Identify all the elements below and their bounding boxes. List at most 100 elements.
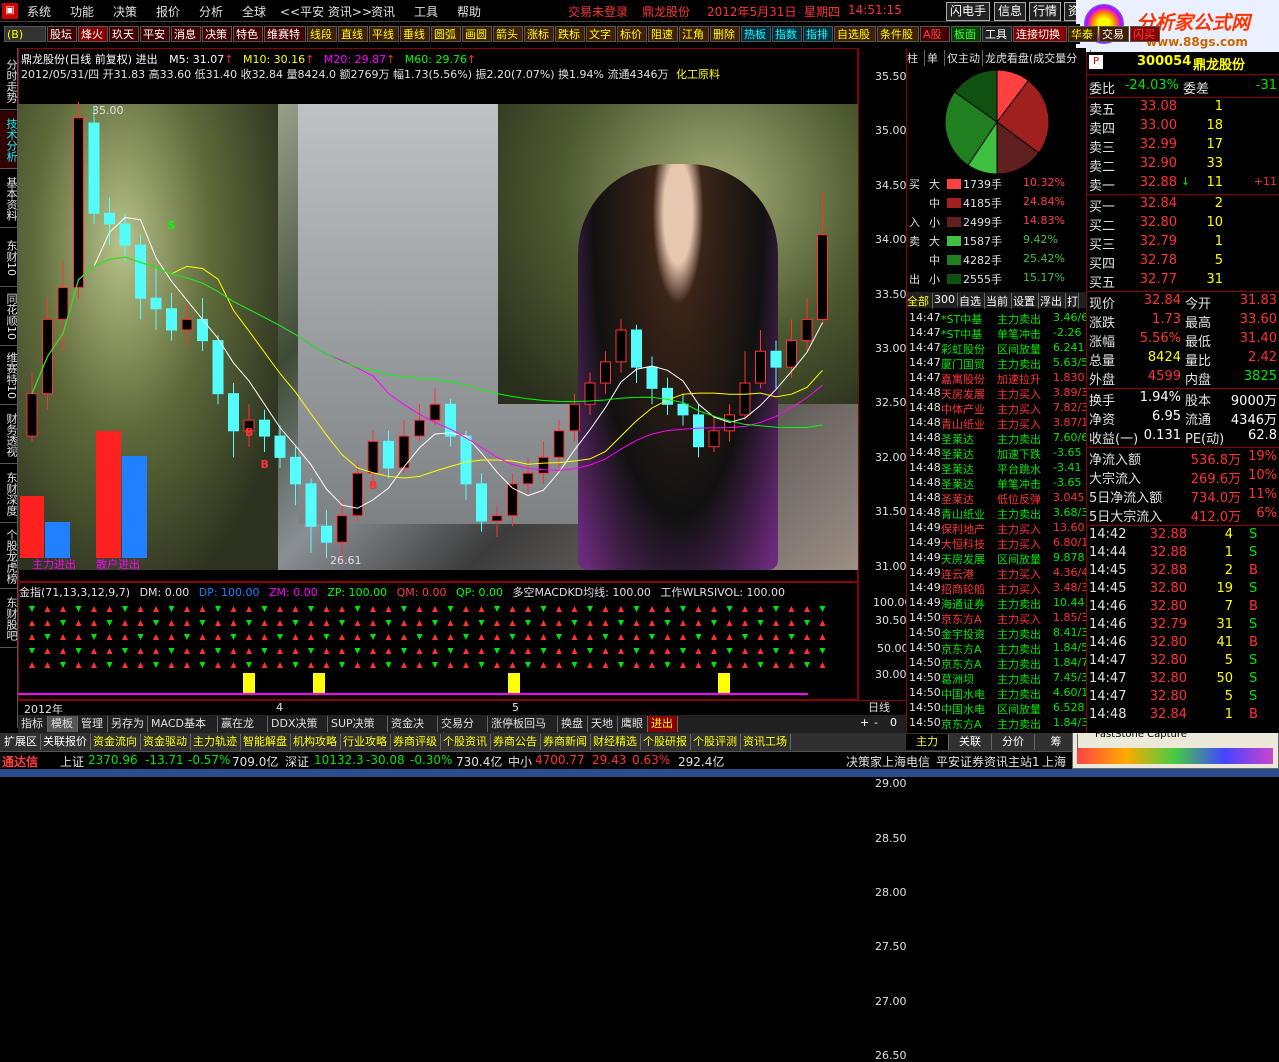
info-button[interactable]: 信息 [994,2,1027,21]
indicator-tab-12[interactable]: 天地 [588,716,618,732]
app-icon[interactable]: ▣ [2,3,18,19]
trade-alert-row[interactable]: 14:47 厦门国贸 主力卖出 5.63/5 [907,356,1087,371]
toolbar-button-31[interactable]: 连接切换 [1013,26,1067,42]
toolbar-button-12[interactable]: 垂线 [400,26,430,42]
left-tab-1[interactable]: 技术分析 [0,111,18,169]
trade-alert-row[interactable]: 14:48 青山纸业 主力买入 3.87/1 [907,416,1087,431]
indicator-tab-4[interactable]: MACD基本 [148,716,218,732]
extension-tab-13[interactable]: 个股研报 [641,734,691,750]
toolbar-button-3[interactable]: 玖天 [109,26,139,42]
trade-alert-row[interactable]: 14:50 京东方A 主力卖出 1.84/5 [907,641,1087,656]
toolbar-button-18[interactable]: 文字 [586,26,616,42]
extension-tab-2[interactable]: 资金流向 [91,734,141,750]
trade-alert-row[interactable]: 14:49 大恒科技 主力买入 6.80/1 [907,536,1087,551]
extension-tab-4[interactable]: 主力轨迹 [191,734,241,750]
trade-alert-row[interactable]: 14:48 圣莱达 单笔冲击 -3.65 [907,476,1087,491]
menu-news[interactable]: 资讯 [371,3,395,20]
filter-tab-4[interactable]: 设置 [1013,293,1039,309]
trade-alert-row[interactable]: 14:50 葛洲坝 主力卖出 7.45/3 [907,671,1087,686]
capture-toolbar-icons[interactable] [1077,748,1273,764]
toolbar-button-33[interactable]: 交易 [1099,26,1129,42]
filter-tab-1[interactable]: 300 [934,293,958,306]
reset-button[interactable]: 0 [890,716,897,729]
toolbar-button-14[interactable]: 画圆 [462,26,492,42]
toolbar-button-8[interactable]: 维赛特 [264,26,306,42]
trade-alert-row[interactable]: 14:50 中国水电 主力卖出 4.60/1 [907,686,1087,701]
zoom-in-button[interactable]: + [860,716,869,729]
trade-alert-row[interactable]: 14:48 天房发展 主力买入 3.89/3 [907,386,1087,401]
trade-alert-row[interactable]: 14:49 天房发展 区间放量 9.878 [907,551,1087,566]
trade-alert-row[interactable]: 14:50 金宇投资 主力卖出 8.41/3 [907,626,1087,641]
trade-alert-row[interactable]: 14:47 嘉寓股份 加速拉升 1.830 [907,371,1087,386]
trade-alert-row[interactable]: 14:48 圣莱达 主力卖出 7.60/6 [907,431,1087,446]
left-tab-8[interactable]: 个股龙虎榜 [0,524,18,589]
left-tab-0[interactable]: 分时走势 [0,52,18,110]
toolbar-button-17[interactable]: 跌标 [555,26,585,42]
trade-alert-row[interactable]: 14:50 中国水电 区间放量 6.528 [907,701,1087,716]
news-ticker-1[interactable]: 决策家上海电信 [846,753,930,770]
lightning-hand-button[interactable]: 闪电手 [946,2,991,21]
extension-tab-3[interactable]: 资金驱动 [141,734,191,750]
left-tab-4[interactable]: 同花顺10 [0,288,18,346]
toolbar-button-13[interactable]: 圆弧 [431,26,461,42]
indicator-tab-14[interactable]: 进出 [648,716,678,732]
flow-tab-3[interactable]: 龙虎看盘(成交量分 [985,50,1091,66]
toolbar-button-27[interactable]: 条件股 [877,26,919,42]
toolbar-button-19[interactable]: 标价 [617,26,647,42]
trade-alert-row[interactable]: 14:50 京东方A 主力买入 1.85/3 [907,611,1087,626]
trade-alert-row[interactable]: 14:49 连云港 主力买入 4.36/4 [907,566,1087,581]
menu-help[interactable]: 帮助 [457,3,481,20]
extension-tab-15[interactable]: 资讯工场 [741,734,791,750]
trade-alert-row[interactable]: 14:49 招商轮船 主力买入 3.48/3 [907,581,1087,596]
indicator-tab-9[interactable]: 交易分析 [438,716,488,745]
flow-tab-0[interactable]: 柱 [907,50,925,66]
indicator-tab-0[interactable]: 指标 [18,716,48,732]
toolbar-button-11[interactable]: 平线 [369,26,399,42]
period-label[interactable]: 日线 [868,699,890,715]
toolbar-button-22[interactable]: 删除 [710,26,740,42]
toolbar-button-28[interactable]: A股 [920,26,950,42]
toolbar-button-23[interactable]: 热板 [741,26,771,42]
indicator-tab-3[interactable]: 另存为 [108,716,148,732]
extension-tab-0[interactable]: 扩展区 [2,734,41,750]
right-bottom-tab-0[interactable]: 主力 [906,734,949,750]
trade-alert-row[interactable]: 14:47 彩虹股份 区间放量 6.241 [907,341,1087,356]
extension-tab-6[interactable]: 机构攻略 [291,734,341,750]
trade-alert-row[interactable]: 14:49 保利地产 主力买入 13.60 [907,521,1087,536]
menu-decision[interactable]: 决策 [113,3,137,20]
indicator-tab-5[interactable]: 赢在龙头 [218,716,268,745]
zoom-out-button[interactable]: - [874,716,878,729]
trade-alert-row[interactable]: 14:48 圣莱达 加速下跌 -3.65 [907,446,1087,461]
toolbar-button-0[interactable]: (B) [4,26,46,42]
toolbar-button-29[interactable]: 板面 [951,26,981,42]
faststone-capture-window[interactable]: FastStone Capture [1072,727,1279,769]
right-bottom-tab-3[interactable]: 筹 [1035,734,1078,750]
toolbar-button-2[interactable]: 烽火 [78,26,108,42]
extension-tab-7[interactable]: 行业攻略 [341,734,391,750]
extension-tab-1[interactable]: 关联报价 [41,734,91,750]
toolbar-button-24[interactable]: 指数 [772,26,802,42]
left-tab-5[interactable]: 维赛特10 [0,347,18,405]
indicator-tab-13[interactable]: 鹰眼 [618,716,648,732]
left-tab-9[interactable]: 东财股吧 [0,590,18,648]
left-tab-2[interactable]: 基本资料 [0,170,18,228]
indicator-tab-10[interactable]: 涨停板回马枪 [488,716,558,745]
toolbar-button-4[interactable]: 平安 [140,26,170,42]
toolbar-button-15[interactable]: 箭头 [493,26,523,42]
trade-alert-row[interactable]: 14:48 圣莱达 平台跳水 -3.41 [907,461,1087,476]
trade-alert-row[interactable]: 14:47 *ST中基 主力卖出 3.46/6 [907,311,1087,326]
trade-alert-row[interactable]: 14:49 海通证券 主力卖出 10.44 [907,596,1087,611]
menu-global[interactable]: 全球 [242,3,266,20]
menu-quote[interactable]: 报价 [156,3,180,20]
menu-system[interactable]: 系统 [27,3,51,20]
toolbar-button-1[interactable]: 股坛 [47,26,77,42]
toolbar-button-26[interactable]: 自选股 [834,26,876,42]
indicator-tab-6[interactable]: DDX决策 [268,716,328,732]
menu-function[interactable]: 功能 [70,3,94,20]
menu-pingan-news[interactable]: <<平安 资讯>> [280,3,372,20]
flow-tab-2[interactable]: 仅主动 [947,50,983,66]
indicator-tab-7[interactable]: SUP决策 [328,716,388,732]
news-ticker-3[interactable]: 上海 [1042,753,1066,770]
toolbar-button-21[interactable]: 江角 [679,26,709,42]
toolbar-button-25[interactable]: 指排 [803,26,833,42]
